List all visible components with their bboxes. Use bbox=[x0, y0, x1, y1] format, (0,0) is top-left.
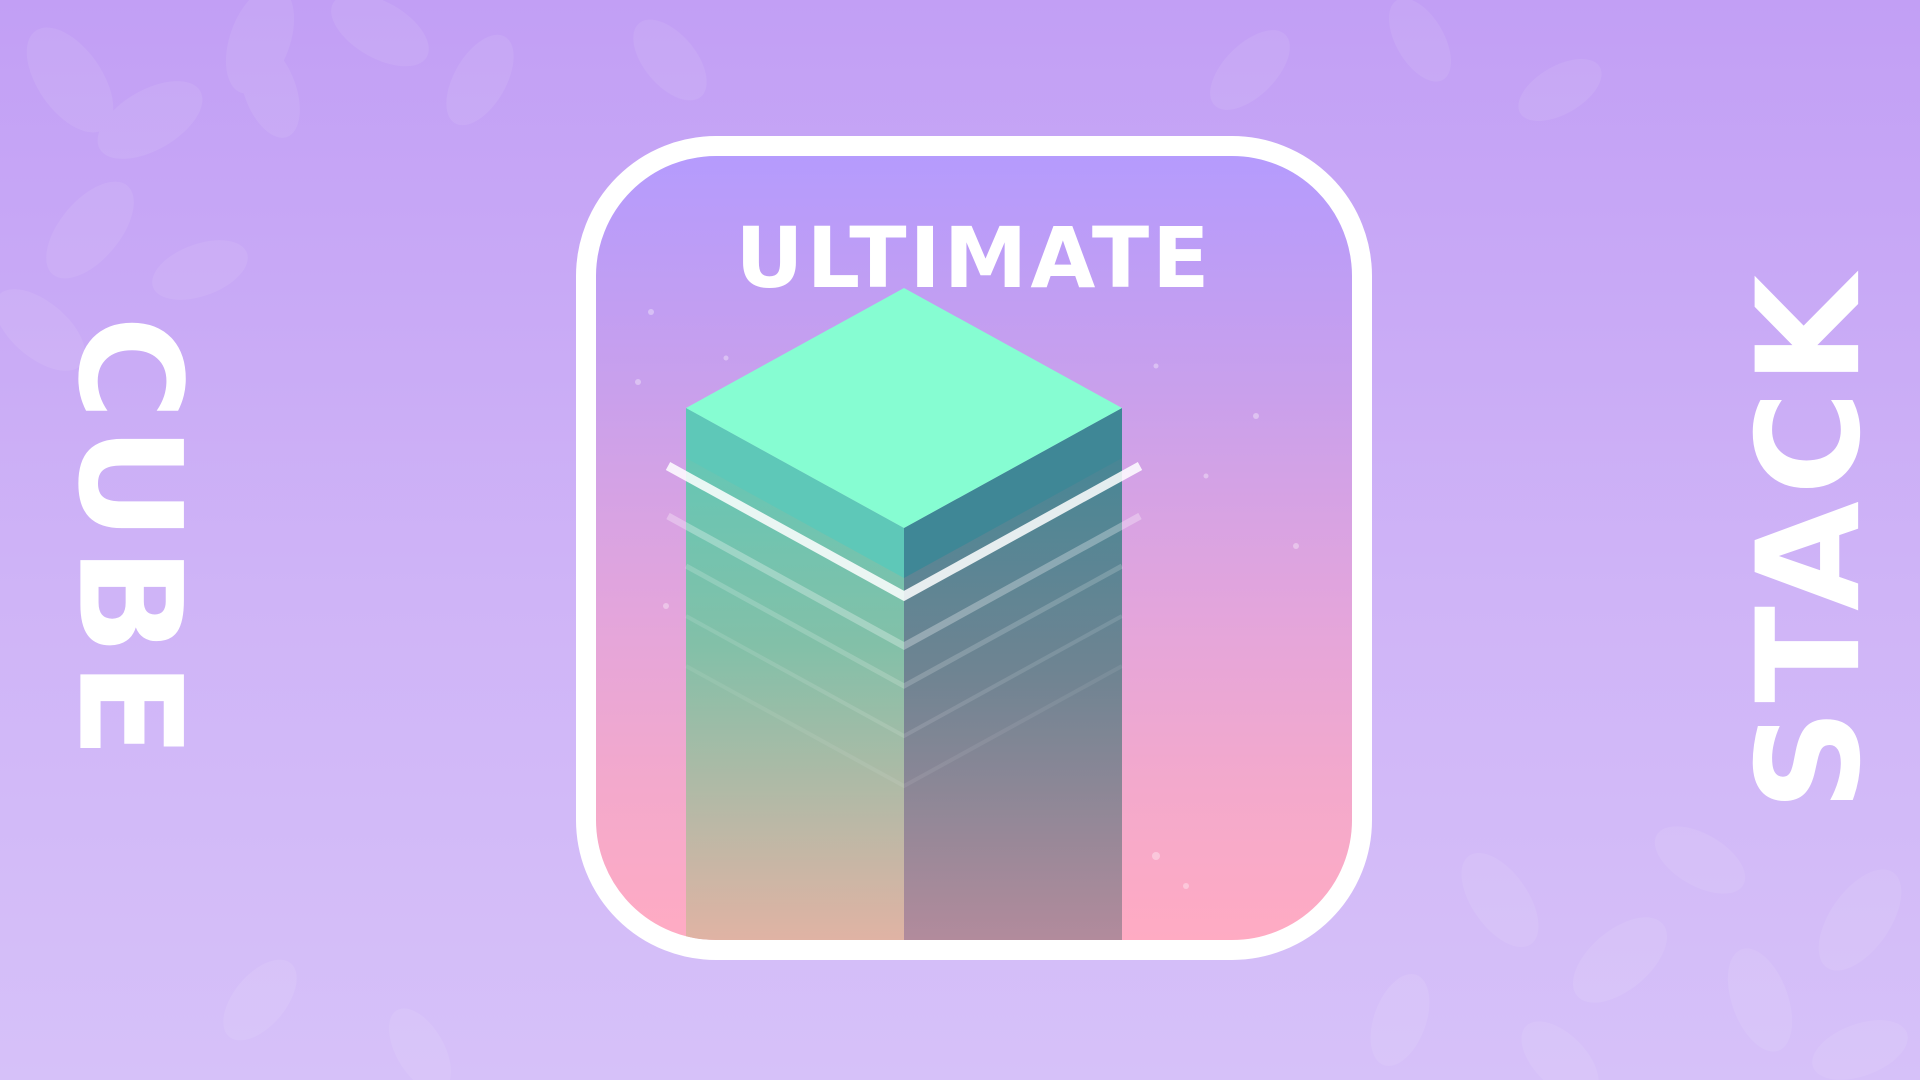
stack-title-vertical: STACK bbox=[1727, 0, 1893, 1080]
stack-title-text: STACK bbox=[1727, 268, 1893, 812]
ultimate-title: ULTIMATE bbox=[735, 209, 1213, 307]
cube-title-text: CUBE bbox=[46, 315, 212, 765]
app-icon[interactable]: ULTIMATE bbox=[576, 136, 1372, 960]
cube-title-vertical: CUBE bbox=[46, 0, 212, 1080]
